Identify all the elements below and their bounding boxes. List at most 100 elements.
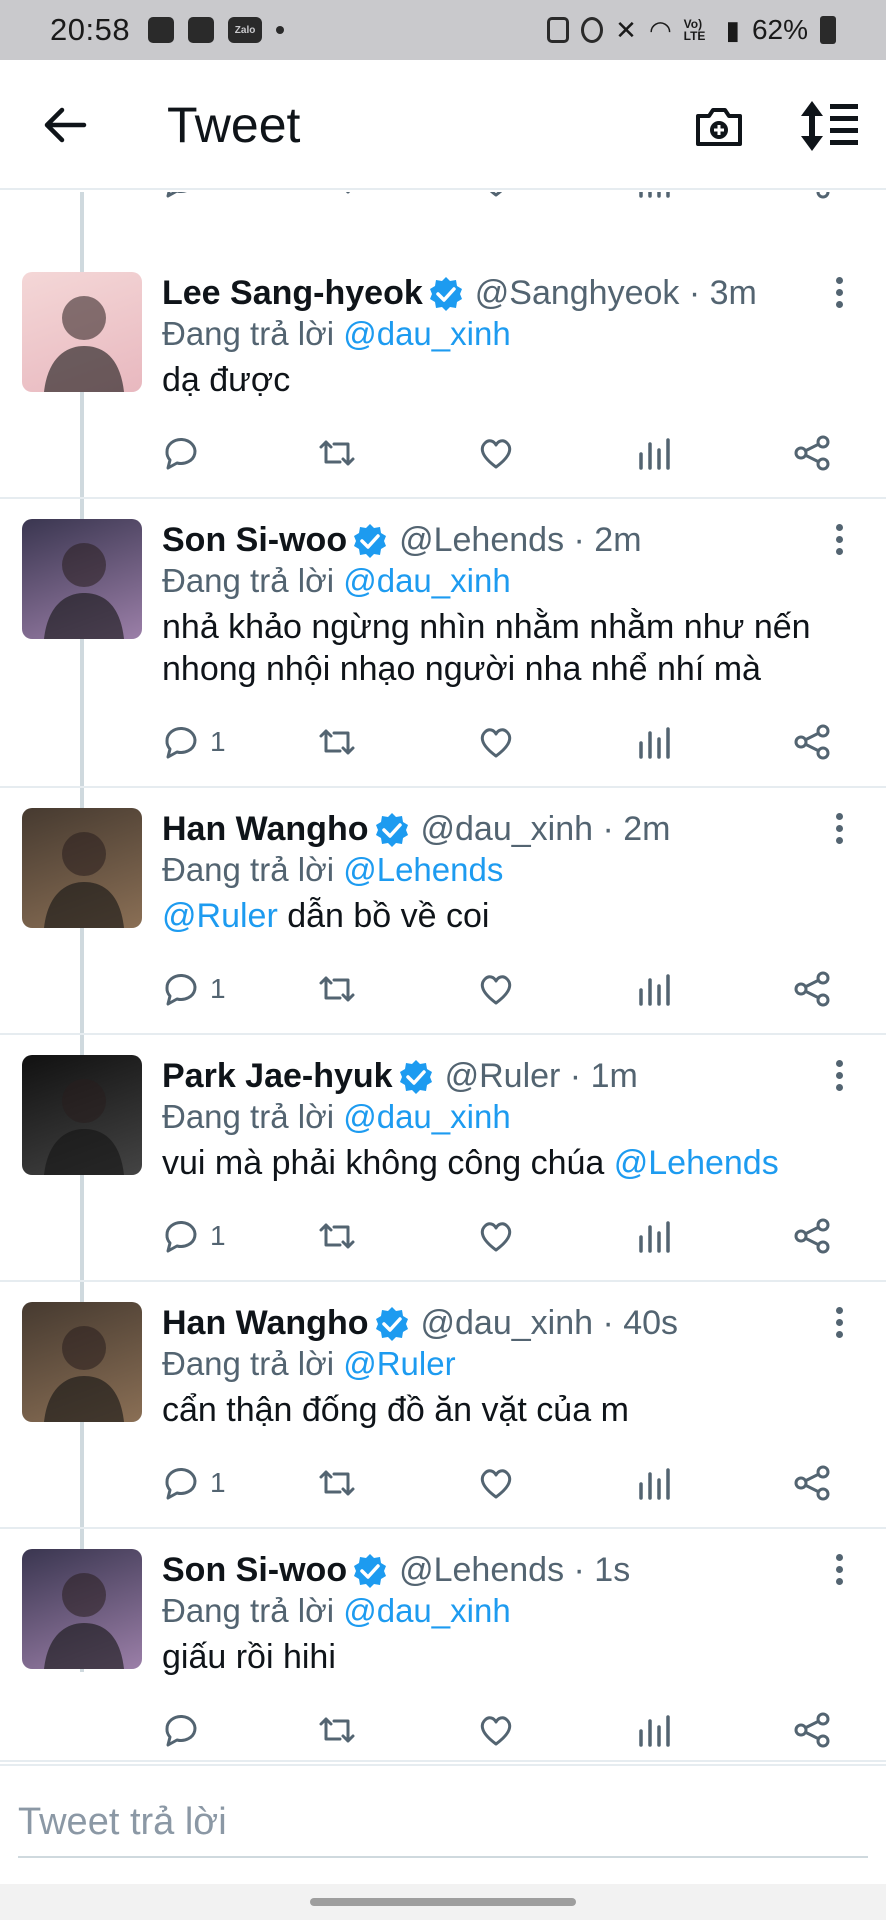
more-options-button[interactable] [824, 519, 854, 559]
signal-icon: ▮ [725, 14, 740, 45]
replying-to-handle[interactable]: @Ruler [343, 1345, 455, 1382]
avatar[interactable] [22, 1302, 142, 1422]
more-options-dot [835, 300, 843, 308]
analytics-button[interactable] [636, 434, 674, 472]
like-button[interactable] [477, 1711, 515, 1749]
reply-button[interactable] [162, 434, 210, 472]
share-button[interactable] [793, 1464, 831, 1502]
mention-link[interactable]: @Ruler [162, 897, 278, 935]
back-button[interactable] [40, 100, 90, 150]
verified-badge-icon [354, 523, 387, 558]
more-options-button[interactable] [824, 1055, 854, 1095]
tweet-header: Son Si-woo @Lehends · 1s [162, 1551, 630, 1590]
retweet-icon [319, 1223, 355, 1249]
tweet-header: Son Si-woo @Lehends · 2m [162, 521, 642, 560]
display-name[interactable]: Son Si-woo [162, 1551, 347, 1590]
more-options-button[interactable] [824, 272, 854, 312]
avatar[interactable] [22, 1549, 142, 1669]
display-name[interactable]: Han Wangho [162, 1304, 369, 1343]
handle-and-time: @Sanghyeok · 3m [474, 274, 757, 312]
profile-photo [44, 832, 124, 928]
tweet-header: Han Wangho @dau_xinh · 40s [162, 1304, 678, 1343]
replying-to-handle[interactable]: @dau_xinh [343, 1098, 510, 1135]
back-arrow-icon [44, 107, 87, 143]
analytics-button[interactable] [636, 723, 674, 761]
more-options-button[interactable] [824, 1549, 854, 1589]
avatar[interactable] [22, 1055, 142, 1175]
top-app-bar: Tweet [0, 60, 886, 190]
share-button[interactable] [793, 723, 831, 761]
replying-to-label: Đang trả lời [162, 1098, 344, 1135]
analytics-button[interactable] [636, 1217, 674, 1255]
tweet-text-body: dẫn bồ về coi [277, 897, 490, 935]
mute-icon: ✕ [615, 14, 637, 45]
display-name[interactable]: Park Jae-hyuk [162, 1057, 393, 1096]
reply-button[interactable]: 1 [162, 192, 226, 200]
avatar[interactable] [22, 272, 142, 392]
retweet-button[interactable] [318, 723, 356, 761]
like-button[interactable] [477, 1464, 515, 1502]
reply-button[interactable]: 1 [162, 723, 226, 761]
analytics-button[interactable] [636, 1464, 674, 1502]
reply-button[interactable]: 1 [162, 1464, 226, 1502]
reply-tweet[interactable]: Son Si-woo @Lehends · 1s Đang trả lời @dau… [0, 1529, 886, 1762]
home-gesture-handle[interactable] [310, 1898, 576, 1906]
replying-to-handle[interactable]: @dau_xinh [343, 562, 510, 599]
analytics-button[interactable] [636, 192, 674, 200]
share-button[interactable] [793, 434, 831, 472]
like-button[interactable] [477, 1217, 515, 1255]
replying-to-handle[interactable]: @Lehends [343, 851, 503, 888]
reply-tweet[interactable]: Park Jae-hyuk @Ruler · 1m Đang trả lời @da… [0, 1035, 886, 1282]
share-button[interactable] [793, 1711, 831, 1749]
avatar[interactable] [22, 808, 142, 928]
reply-button[interactable]: 1 [162, 970, 226, 1008]
share-button[interactable] [793, 970, 831, 1008]
more-options-button[interactable] [824, 808, 854, 848]
add-photo-button[interactable] [693, 100, 745, 152]
retweet-button[interactable] [318, 1711, 356, 1749]
share-icon [816, 192, 830, 199]
display-name[interactable]: Son Si-woo [162, 521, 347, 560]
retweet-button[interactable] [318, 192, 356, 200]
more-options-icon [835, 812, 843, 820]
reply-input[interactable] [18, 1788, 868, 1858]
profile-photo [44, 1573, 124, 1669]
mention-link[interactable]: @Lehends [614, 1144, 779, 1182]
reply-button[interactable] [162, 1711, 210, 1749]
replying-to-handle[interactable]: @dau_xinh [343, 1592, 510, 1629]
reply-thread: 1 Lee Sang-hyeok @Sanghyeok · 3m Đang trả … [0, 192, 886, 1762]
replying-to-handle[interactable]: @dau_xinh [343, 315, 510, 352]
more-options-button[interactable] [824, 1302, 854, 1342]
profile-photo [44, 1079, 124, 1175]
volte-icon: Vo) LTE [683, 17, 706, 43]
like-button[interactable] [477, 723, 515, 761]
share-button[interactable] [793, 1217, 831, 1255]
reply-button[interactable]: 1 [162, 1217, 226, 1255]
retweet-button[interactable] [318, 970, 356, 1008]
reply-tweet[interactable]: Han Wangho @dau_xinh · 40s Đang trả lời @R… [0, 1282, 886, 1529]
sort-replies-button[interactable] [800, 98, 860, 154]
handle-and-time: @Ruler · 1m [444, 1057, 638, 1095]
avatar[interactable] [22, 519, 142, 639]
share-button[interactable] [793, 192, 831, 200]
like-button[interactable] [477, 192, 515, 200]
share-icon [794, 1465, 830, 1501]
analytics-button[interactable] [636, 970, 674, 1008]
share-icon [794, 1218, 830, 1254]
display-name[interactable]: Han Wangho [162, 810, 369, 849]
status-time: 20:58 [50, 12, 131, 47]
retweet-button[interactable] [318, 1464, 356, 1502]
like-button[interactable] [477, 434, 515, 472]
tweet-text: nhả khảo ngừng nhìn nhằm nhằm như nến nh… [162, 606, 862, 690]
analytics-button[interactable] [636, 1711, 674, 1749]
like-button[interactable] [477, 970, 515, 1008]
reply-tweet[interactable]: Lee Sang-hyeok @Sanghyeok · 3m Đang trả lờ… [0, 252, 886, 499]
retweet-button[interactable] [318, 1217, 356, 1255]
reply-tweet[interactable]: Han Wangho @dau_xinh · 2m Đang trả lời @Le… [0, 788, 886, 1035]
display-name[interactable]: Lee Sang-hyeok [162, 274, 423, 313]
reply-tweet[interactable]: Son Si-woo @Lehends · 2m Đang trả lời @dau… [0, 499, 886, 788]
retweet-button[interactable] [318, 434, 356, 472]
more-options-dot [835, 1083, 843, 1091]
replying-to-label: Đang trả lời [162, 1592, 344, 1629]
like-icon [489, 192, 503, 197]
